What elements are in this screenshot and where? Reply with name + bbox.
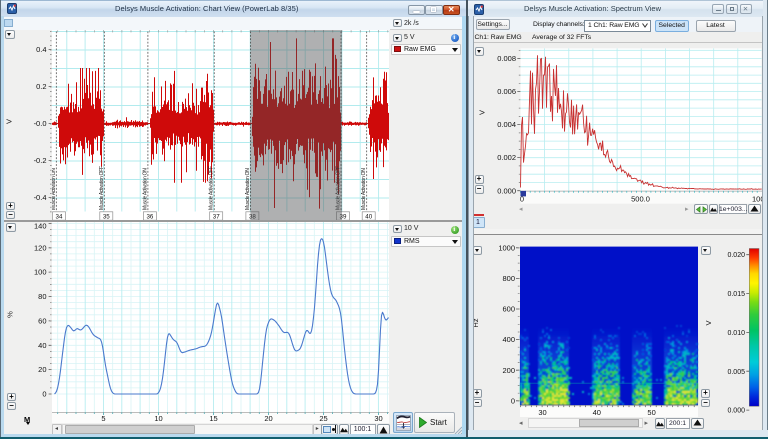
- svg-text:0.020: 0.020: [727, 252, 745, 259]
- svg-text:30: 30: [538, 408, 546, 417]
- svg-text:800: 800: [502, 274, 515, 283]
- svg-text:600: 600: [502, 304, 515, 313]
- svg-text:140: 140: [34, 222, 47, 231]
- svg-text:20: 20: [38, 365, 46, 374]
- svg-text:1000: 1000: [498, 243, 515, 252]
- svg-text:0.002: 0.002: [497, 153, 516, 162]
- svg-text:20: 20: [264, 414, 272, 423]
- svg-text:0.015: 0.015: [727, 291, 745, 298]
- svg-text:0.008: 0.008: [497, 54, 516, 63]
- svg-text:0: 0: [42, 389, 46, 398]
- svg-text:120: 120: [34, 243, 47, 252]
- svg-text:0.004: 0.004: [497, 120, 516, 129]
- svg-text:0: 0: [511, 396, 515, 405]
- svg-text:400: 400: [502, 335, 515, 344]
- svg-text:0.2: 0.2: [36, 82, 46, 91]
- svg-text:Muscle Activation ON: Muscle Activation ON: [361, 167, 367, 209]
- svg-text:Muscle Activation ON: Muscle Activation ON: [52, 167, 57, 209]
- svg-text:-0.0: -0.0: [34, 119, 47, 128]
- svg-text:0.005: 0.005: [727, 369, 745, 376]
- svg-text:1000: 1000: [752, 194, 762, 203]
- svg-text:0.000: 0.000: [727, 407, 745, 414]
- svg-text:25: 25: [319, 414, 327, 423]
- svg-text:Muscle Activation ON: Muscle Activation ON: [142, 167, 148, 209]
- svg-text:Muscle Activation ON: Muscle Activation ON: [245, 167, 251, 209]
- svg-text:40: 40: [593, 408, 601, 417]
- svg-text:100: 100: [34, 267, 47, 276]
- svg-text:60: 60: [38, 316, 46, 325]
- svg-text:30: 30: [374, 414, 382, 423]
- svg-text:0.4: 0.4: [36, 45, 46, 54]
- svg-text:50: 50: [647, 408, 655, 417]
- svg-text:0.006: 0.006: [497, 87, 516, 96]
- svg-text:200: 200: [502, 366, 515, 375]
- svg-text:500.0: 500.0: [631, 194, 650, 203]
- svg-text:-0.2: -0.2: [34, 156, 47, 165]
- svg-text:15: 15: [209, 414, 217, 423]
- svg-text:5: 5: [101, 414, 105, 423]
- svg-text:0.010: 0.010: [727, 330, 745, 337]
- svg-text:-0.4: -0.4: [34, 193, 47, 202]
- svg-text:0.000: 0.000: [497, 186, 516, 195]
- svg-text:V: V: [704, 320, 713, 325]
- svg-text:Muscle Activation OFF: Muscle Activation OFF: [209, 166, 215, 210]
- svg-text:10: 10: [154, 414, 162, 423]
- svg-text:Muscle Activation OFF: Muscle Activation OFF: [99, 166, 105, 210]
- svg-text:80: 80: [38, 292, 46, 301]
- svg-text:40: 40: [38, 340, 46, 349]
